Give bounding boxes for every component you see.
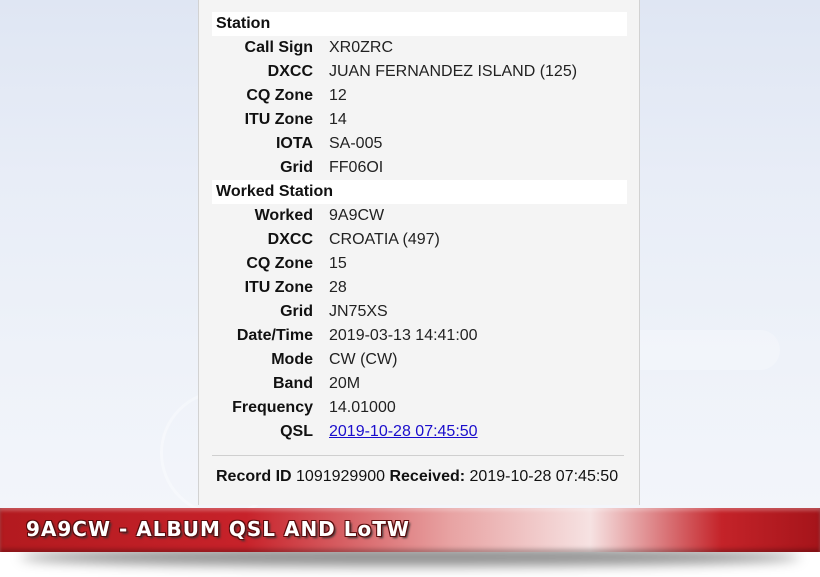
worked-row-band: Band 20M	[199, 372, 639, 396]
field-value: JUAN FERNANDEZ ISLAND (125)	[329, 63, 578, 80]
record-summary: Record ID 1091929900 Received: 2019-10-2…	[216, 468, 618, 486]
field-value: 20M	[329, 375, 361, 392]
divider	[212, 455, 624, 456]
qsl-date-link[interactable]: 2019-10-28 07:45:50	[329, 420, 478, 444]
field-label: Band	[273, 375, 313, 392]
field-label: Mode	[271, 351, 313, 368]
worked-row-qsl: QSL 2019-10-28 07:45:50	[199, 420, 639, 444]
field-value: JN75XS	[329, 303, 388, 320]
field-label: QSL	[280, 423, 313, 440]
qsl-record-panel: Station Call Sign XR0ZRC DXCC JUAN FERNA…	[198, 0, 640, 505]
received-value: 2019-10-28 07:45:50	[469, 468, 619, 485]
worked-row-date-time: Date/Time 2019-03-13 14:41:00	[199, 324, 639, 348]
field-label: Worked	[254, 207, 313, 224]
field-value: 2019-03-13 14:41:00	[329, 327, 478, 344]
field-label: Grid	[280, 303, 313, 320]
worked-row-grid: Grid JN75XS	[199, 300, 639, 324]
station-section-heading: Station	[212, 12, 627, 36]
worked-row-mode: Mode CW (CW)	[199, 348, 639, 372]
field-label: Grid	[280, 159, 313, 176]
field-label: Call Sign	[244, 39, 313, 56]
field-label: CQ Zone	[246, 255, 313, 272]
field-label: Date/Time	[236, 327, 313, 344]
record-id-label: Record ID	[216, 468, 292, 485]
field-value: 28	[329, 279, 347, 296]
station-row-cq-zone: CQ Zone 12	[199, 84, 639, 108]
field-value: 9A9CW	[329, 207, 385, 224]
field-label: CQ Zone	[246, 87, 313, 104]
field-label: IOTA	[275, 135, 313, 152]
station-row-call-sign: Call Sign XR0ZRC	[199, 36, 639, 60]
worked-row-itu-zone: ITU Zone 28	[199, 276, 639, 300]
field-label: DXCC	[267, 63, 313, 80]
worked-row-cq-zone: CQ Zone 15	[199, 252, 639, 276]
worked-row-frequency: Frequency 14.01000	[199, 396, 639, 420]
station-row-iota: IOTA SA-005	[199, 132, 639, 156]
record-id-value: 1091929900	[296, 468, 386, 485]
worked-row-worked: Worked 9A9CW	[199, 204, 639, 228]
background-decoration	[620, 330, 780, 370]
field-value: 12	[329, 87, 347, 104]
field-value: 14	[329, 111, 347, 128]
field-value: 15	[329, 255, 347, 272]
received-label: Received:	[389, 468, 466, 485]
field-value: CW (CW)	[329, 351, 398, 368]
worked-station-section-heading: Worked Station	[212, 180, 627, 204]
field-value: SA-005	[329, 135, 383, 152]
field-value: 14.01000	[329, 399, 396, 416]
field-value: XR0ZRC	[329, 39, 394, 56]
field-value: CROATIA (497)	[329, 231, 440, 248]
station-row-dxcc: DXCC JUAN FERNANDEZ ISLAND (125)	[199, 60, 639, 84]
station-row-itu-zone: ITU Zone 14	[199, 108, 639, 132]
field-label: DXCC	[267, 231, 313, 248]
footer-banner: 9A9CW - ALBUM QSL AND LoTW	[0, 508, 820, 552]
field-label: Frequency	[232, 399, 313, 416]
field-label: ITU Zone	[244, 279, 313, 296]
station-row-grid: Grid FF06OI	[199, 156, 639, 180]
worked-row-dxcc: DXCC CROATIA (497)	[199, 228, 639, 252]
banner-title: 9A9CW - ALBUM QSL AND LoTW	[26, 517, 410, 541]
field-label: ITU Zone	[244, 111, 313, 128]
field-value: FF06OI	[329, 159, 384, 176]
